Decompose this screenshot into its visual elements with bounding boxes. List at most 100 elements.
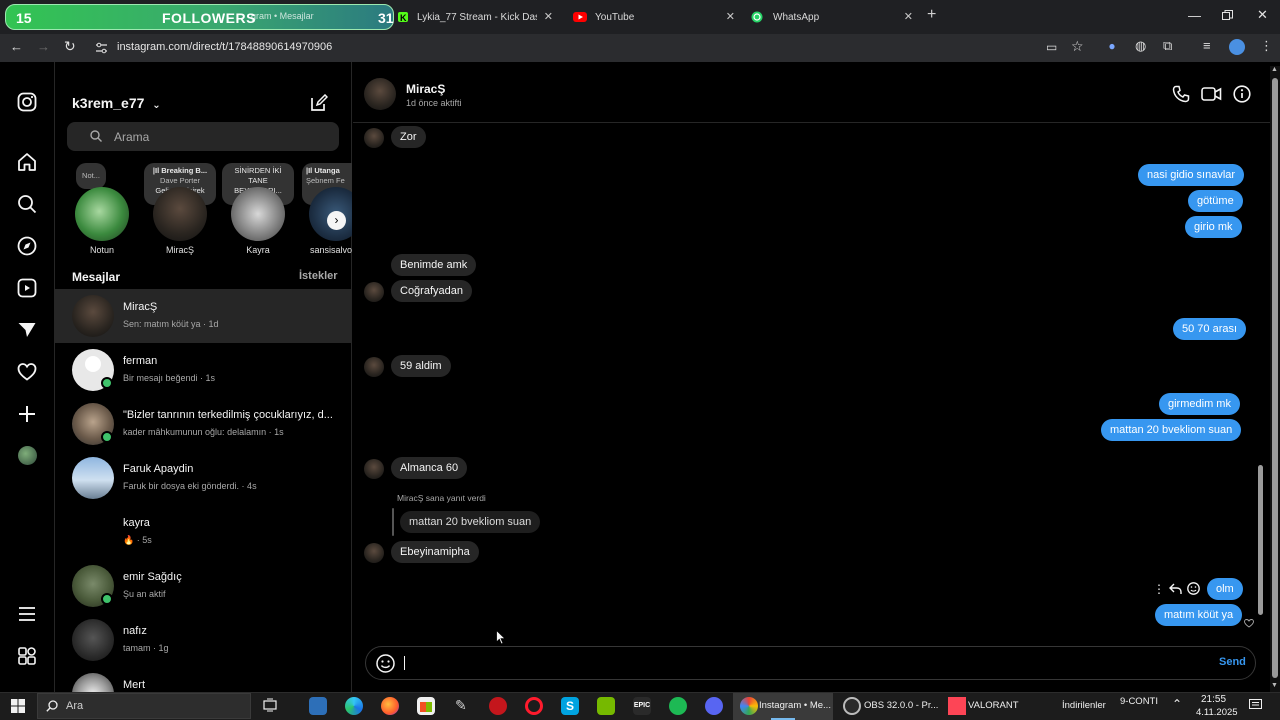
message-more-options-icon[interactable]: ⋮ <box>1153 582 1165 596</box>
chat-scrollbar-thumb[interactable] <box>1258 465 1263 615</box>
also-from-meta-icon[interactable] <box>17 646 37 666</box>
chat-contact-name[interactable]: MiracŞ <box>406 82 445 96</box>
send-button[interactable]: Send <box>1219 656 1246 668</box>
taskbar-app-label[interactable]: OBS 32.0.0 - Pr... <box>864 700 938 711</box>
message-bubble-outgoing[interactable]: 50 70 arası <box>1173 318 1247 340</box>
message-bubble-outgoing[interactable]: mattan 20 bvekliom suan <box>1101 419 1242 441</box>
conversation-item[interactable]: MiracŞ Sen: matım köüt ya · 1d <box>55 289 352 343</box>
message-bubble-outgoing[interactable]: girio mk <box>1185 216 1242 238</box>
conversation-info-icon[interactable] <box>1233 85 1251 103</box>
conversation-item[interactable]: nafız tamam · 1g <box>55 613 352 667</box>
search-icon[interactable] <box>17 194 37 214</box>
site-settings-icon[interactable] <box>95 42 108 54</box>
snipping-tool-icon[interactable]: ✎ <box>455 697 467 714</box>
tray-extra-label[interactable]: 9-CONTI <box>1120 696 1158 707</box>
restore-icon[interactable] <box>1222 10 1233 21</box>
requests-link[interactable]: İstekler <box>299 270 338 282</box>
url-field[interactable]: instagram.com/direct/t/17848890614970906 <box>117 41 332 53</box>
obs-icon[interactable] <box>843 697 861 715</box>
taskbar-app-instagram[interactable]: Instagram • Me... <box>733 693 833 720</box>
react-emoji-icon[interactable] <box>1187 582 1200 595</box>
windows-start-icon[interactable] <box>11 699 25 713</box>
story-note-kayra[interactable]: SİNİRDEN İKİ TANE BEYPAZARI... Kayra <box>218 163 298 261</box>
message-bubble-outgoing[interactable]: nasi gidio sınavlar <box>1138 164 1245 186</box>
minimize-icon[interactable]: — <box>1188 8 1201 23</box>
create-plus-icon[interactable] <box>17 404 37 424</box>
close-tab-icon[interactable]: ✕ <box>904 10 913 23</box>
messages-icon[interactable] <box>17 320 37 340</box>
profile-avatar[interactable] <box>18 446 37 465</box>
message-bubble-incoming[interactable]: Zor <box>391 126 426 148</box>
instagram-logo-icon[interactable] <box>17 92 37 112</box>
app-red-icon[interactable] <box>489 697 507 715</box>
home-icon[interactable] <box>17 152 37 172</box>
conversation-item[interactable]: kayra 🔥 · 5s <box>55 505 352 559</box>
file-explorer-icon[interactable] <box>309 697 327 715</box>
active-tab-title[interactable]: gram • Mesajlar <box>251 11 314 21</box>
account-switcher[interactable]: k3rem_e77 ⌄ <box>72 95 161 111</box>
search-input[interactable] <box>67 122 339 151</box>
microsoft-store-icon[interactable] <box>417 697 435 715</box>
explore-icon[interactable] <box>17 236 37 256</box>
profile-avatar[interactable] <box>1229 39 1245 55</box>
downloads-toolbar[interactable]: İndirilenler <box>1062 700 1106 711</box>
menu-dots-icon[interactable]: ⋮ <box>1260 38 1273 54</box>
scroll-up-arrow-icon[interactable]: ▲ <box>1271 66 1278 73</box>
emoji-picker-icon[interactable] <box>376 654 395 673</box>
reload-icon[interactable]: ↻ <box>64 38 76 55</box>
close-window-icon[interactable]: ✕ <box>1257 7 1268 23</box>
media-icon[interactable]: ⦁ <box>1109 39 1115 54</box>
reels-icon[interactable] <box>17 278 37 298</box>
conversation-item[interactable]: Mert <box>55 667 352 692</box>
nvidia-icon[interactable] <box>597 697 615 715</box>
epic-games-icon[interactable]: EPIC <box>633 697 651 715</box>
tab-youtube[interactable]: YouTube ✕ <box>565 4 741 30</box>
new-message-icon[interactable] <box>310 94 328 112</box>
valorant-icon[interactable] <box>948 697 966 715</box>
message-bubble-outgoing[interactable]: götüme <box>1188 190 1243 212</box>
back-icon[interactable]: ← <box>10 39 23 54</box>
opera-icon[interactable] <box>525 697 543 715</box>
page-scrollbar-thumb[interactable] <box>1272 78 1278 678</box>
clock-time[interactable]: 21:55 <box>1201 694 1226 705</box>
tab-kick-dashboard[interactable]: K Lykia_77 Stream - Kick Dashbo ✕ <box>389 4 559 30</box>
spotify-icon[interactable] <box>669 697 687 715</box>
notifications-heart-icon[interactable] <box>17 362 37 382</box>
forward-icon[interactable]: → <box>37 39 50 54</box>
story-note-own[interactable]: Not... Notun <box>62 163 142 261</box>
bookmark-star-icon[interactable]: ☆ <box>1071 38 1084 55</box>
firefox-icon[interactable] <box>381 697 399 715</box>
close-tab-icon[interactable]: ✕ <box>544 10 553 23</box>
message-bubble-outgoing[interactable]: matım köüt ya <box>1155 604 1243 626</box>
story-note-sansisalvo[interactable]: |Il Utanga Şebnem Fe sansisalvo <box>296 163 352 261</box>
message-bubble-incoming[interactable]: Benimde amk <box>391 254 477 276</box>
taskbar-app-label[interactable]: VALORANT <box>968 700 1019 711</box>
reply-arrow-icon[interactable] <box>1169 583 1182 595</box>
scroll-down-arrow-icon[interactable]: ▼ <box>1271 682 1278 689</box>
message-bubble-incoming[interactable]: 59 aldim <box>391 355 451 377</box>
phone-call-icon[interactable] <box>1172 85 1190 103</box>
clock-date[interactable]: 4.11.2025 <box>1196 707 1238 718</box>
install-app-icon[interactable]: ▭ <box>1046 40 1057 54</box>
stories-next-arrow-icon[interactable]: › <box>327 211 346 230</box>
message-bubble-incoming[interactable]: Ebeyinamipha <box>391 541 479 563</box>
task-view-icon[interactable] <box>263 698 277 712</box>
message-bubble-incoming[interactable]: Almanca 60 <box>391 457 468 479</box>
close-tab-icon[interactable]: ✕ <box>726 10 735 23</box>
tray-chevron-up-icon[interactable]: ⌃ <box>1172 697 1182 711</box>
quoted-message[interactable]: mattan 20 bvekliom suan <box>400 511 541 533</box>
discord-icon[interactable] <box>705 697 723 715</box>
extensions-icon[interactable]: ⧉ <box>1163 38 1172 54</box>
message-bubble-incoming[interactable]: Coğrafyadan <box>391 280 472 302</box>
message-bubble-outgoing[interactable]: olm <box>1207 578 1243 600</box>
chat-avatar[interactable] <box>364 78 396 110</box>
notifications-icon[interactable] <box>1249 699 1262 711</box>
edge-browser-icon[interactable] <box>345 697 363 715</box>
conversation-item[interactable]: emir Sağdıç Şu an aktif <box>55 559 352 613</box>
tab-whatsapp[interactable]: WhatsApp ✕ <box>743 4 919 30</box>
message-bubble-outgoing[interactable]: girmedim mk <box>1159 393 1240 415</box>
conversation-item[interactable]: "Bizler tanrının terkedilmiş çocuklarıyı… <box>55 397 352 451</box>
story-note-miracs[interactable]: |Il Breaking B... Dave Porter Gelin la p… <box>140 163 220 261</box>
translate-icon[interactable]: ◍ <box>1135 38 1146 54</box>
conversation-item[interactable]: ferman Bir mesajı beğendi · 1s <box>55 343 352 397</box>
